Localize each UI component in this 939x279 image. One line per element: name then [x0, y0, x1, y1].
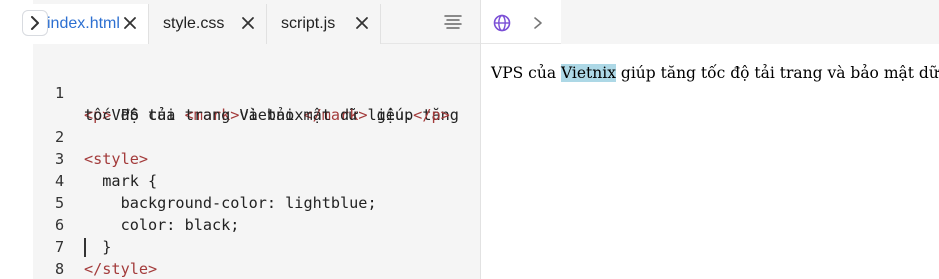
tab-bar: index.html style.css script.js: [33, 0, 480, 44]
code-line-8: 8: [33, 236, 480, 278]
code-line-2: 2 <style>: [33, 104, 480, 168]
close-icon[interactable]: [240, 15, 256, 31]
tab-label: style.css: [163, 15, 225, 32]
preview-pane: VPS của Vietnix giúp tăng tốc độ tải tra…: [481, 0, 939, 279]
code-line-3: 3 mark {: [33, 126, 480, 190]
collapse-sidebar-button[interactable]: [22, 10, 48, 36]
preview-paragraph: VPS của Vietnix giúp tăng tốc độ tải tra…: [491, 64, 939, 82]
menu-lines-icon[interactable]: [444, 14, 462, 30]
line-number: 8: [55, 260, 65, 278]
globe-icon[interactable]: [493, 14, 511, 32]
preview-text-after: giúp tăng tốc độ tải trang và bảo mật dữ…: [620, 64, 939, 82]
code-line-4: 4 background-color: lightblue;: [33, 148, 480, 212]
code-editor: index.html style.css script.js 1 <p>VPS …: [33, 0, 480, 279]
left-strip: [0, 0, 33, 279]
chevron-right-icon[interactable]: [531, 15, 545, 31]
code-line-1-wrap: tốc độ tải trang và bảo mật dữ liệu.</p>: [33, 82, 480, 124]
tag-token: </style>: [84, 260, 158, 278]
close-icon[interactable]: [122, 15, 138, 31]
code-line-7: 7 </style>: [33, 214, 480, 278]
tab-style-css[interactable]: style.css: [149, 4, 267, 44]
tab-label: script.js: [281, 15, 336, 32]
address-bar[interactable]: [561, 0, 939, 44]
preview-toolbar: [481, 0, 939, 44]
code-line-5: 5 color: black;: [33, 170, 480, 234]
tab-index-html[interactable]: index.html: [33, 4, 149, 44]
close-icon[interactable]: [354, 15, 370, 31]
preview-text-before: VPS của: [491, 64, 561, 82]
code-line-6: 6 }: [33, 192, 480, 256]
preview-highlight: Vietnix: [561, 64, 616, 82]
tab-script-js[interactable]: script.js: [267, 4, 381, 44]
chevron-right-icon: [31, 16, 39, 30]
code-area[interactable]: 1 <p>VPS của <mark>Vietnix</mark> giúp t…: [33, 60, 480, 279]
code-line-1: 1 <p>VPS của <mark>Vietnix</mark> giúp t…: [33, 60, 480, 124]
text-cursor: [84, 238, 86, 257]
